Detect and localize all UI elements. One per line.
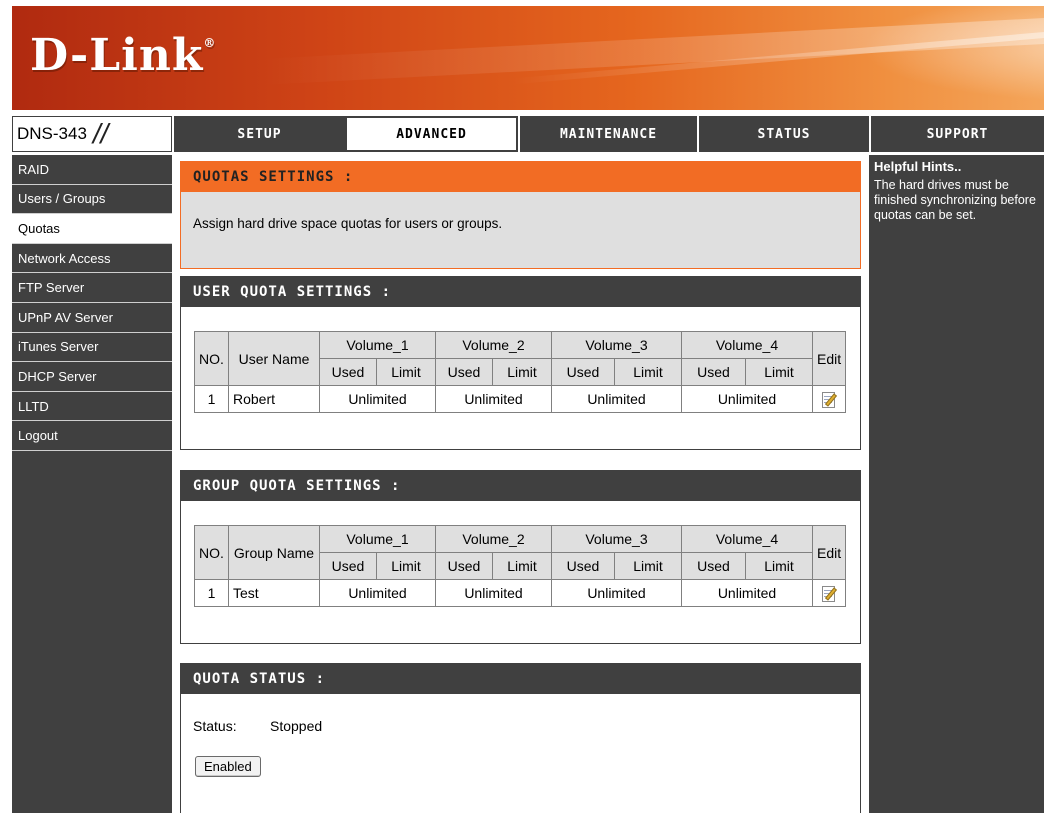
row-volume-value: Unlimited	[435, 385, 552, 413]
edit-icon[interactable]	[821, 584, 838, 603]
col-header-used: Used	[681, 358, 746, 386]
sidebar-item-upnp-av-server[interactable]: UPnP AV Server	[12, 303, 172, 333]
col-header-volume: Volume_2	[435, 525, 552, 553]
tab-maintenance[interactable]: MAINTENANCE	[518, 116, 697, 152]
row-no: 1	[194, 385, 229, 413]
sidebar-item-lltd[interactable]: LLTD	[12, 392, 172, 422]
section-body: Assign hard drive space quotas for users…	[181, 192, 860, 268]
col-header-volume: Volume_1	[319, 331, 436, 359]
col-header-used: Used	[435, 552, 493, 580]
status-row: Status: Stopped	[181, 694, 860, 734]
model-badge: DNS-343 / /	[12, 116, 172, 152]
quota-status-section: QUOTA STATUS : Status: Stopped Enabled	[180, 663, 861, 813]
sidebar-item-quotas[interactable]: Quotas	[12, 214, 172, 244]
group-quota-table: NO. Group Name Volume_1 Volume_2 Volume_…	[194, 525, 847, 607]
dlink-logo: D-Link®	[30, 30, 217, 81]
user-quota-table: NO. User Name Volume_1 Volume_2 Volume_3…	[194, 331, 847, 413]
col-header-edit: Edit	[811, 525, 847, 580]
col-header-limit: Limit	[376, 358, 436, 386]
row-edit-cell	[811, 385, 847, 413]
col-header-used: Used	[319, 358, 377, 386]
sidebar-item-ftp-server[interactable]: FTP Server	[12, 273, 172, 303]
col-header-volume: Volume_1	[319, 525, 436, 553]
col-header-limit: Limit	[492, 552, 552, 580]
col-header-used: Used	[681, 552, 746, 580]
col-header-no: NO.	[194, 525, 229, 580]
group-quota-section: GROUP QUOTA SETTINGS : NO. Group Name Vo…	[180, 470, 861, 644]
sidebar-item-logout[interactable]: Logout	[12, 421, 172, 451]
quotas-description: Assign hard drive space quotas for users…	[193, 216, 503, 231]
col-header-volume: Volume_4	[681, 331, 813, 359]
col-header-volume: Volume_4	[681, 525, 813, 553]
row-volume-value: Unlimited	[681, 579, 813, 607]
row-volume-value: Unlimited	[551, 385, 682, 413]
hints-title: Helpful Hints..	[874, 159, 962, 174]
tab-status[interactable]: STATUS	[697, 116, 869, 152]
header-banner: D-Link®	[12, 6, 1044, 110]
section-title: QUOTA STATUS :	[181, 664, 860, 694]
sidebar-item-dhcp-server[interactable]: DHCP Server	[12, 362, 172, 392]
tab-advanced[interactable]: ADVANCED	[345, 116, 518, 152]
main-content: QUOTAS SETTINGS : Assign hard drive spac…	[172, 155, 869, 813]
top-nav: DNS-343 / / SETUP ADVANCED MAINTENANCE S…	[12, 116, 1044, 152]
col-header-volume: Volume_3	[551, 331, 682, 359]
row-volume-value: Unlimited	[551, 579, 682, 607]
row-no: 1	[194, 579, 229, 607]
col-header-no: NO.	[194, 331, 229, 386]
tab-setup[interactable]: SETUP	[172, 116, 345, 152]
section-title: QUOTAS SETTINGS :	[181, 162, 860, 192]
section-title: GROUP QUOTA SETTINGS :	[181, 471, 860, 501]
section-title: USER QUOTA SETTINGS :	[181, 277, 860, 307]
helpful-hints-panel: Helpful Hints.. The hard drives must be …	[869, 155, 1044, 813]
col-header-limit: Limit	[745, 358, 813, 386]
hints-text: The hard drives must be finished synchro…	[874, 178, 1036, 222]
col-header-limit: Limit	[745, 552, 813, 580]
banner-glow	[824, 6, 1044, 110]
table-row: 1 Robert Unlimited Unlimited Unlimited U…	[194, 385, 847, 413]
row-group-name: Test	[228, 579, 320, 607]
user-quota-section: USER QUOTA SETTINGS : NO. User Name Volu…	[180, 276, 861, 450]
row-volume-value: Unlimited	[681, 385, 813, 413]
col-header-used: Used	[435, 358, 493, 386]
status-value: Stopped	[270, 718, 323, 734]
row-edit-cell	[811, 579, 847, 607]
row-volume-value: Unlimited	[319, 579, 436, 607]
edit-icon[interactable]	[821, 390, 838, 409]
enabled-button[interactable]: Enabled	[195, 756, 261, 777]
status-label: Status:	[193, 718, 237, 734]
tab-support[interactable]: SUPPORT	[869, 116, 1044, 152]
col-header-used: Used	[551, 358, 615, 386]
sidebar: RAID Users / Groups Quotas Network Acces…	[12, 155, 172, 813]
row-user-name: Robert	[228, 385, 320, 413]
sidebar-item-raid[interactable]: RAID	[12, 155, 172, 185]
row-volume-value: Unlimited	[435, 579, 552, 607]
row-volume-value: Unlimited	[319, 385, 436, 413]
col-header-group-name: Group Name	[228, 525, 320, 580]
sidebar-item-itunes-server[interactable]: iTunes Server	[12, 333, 172, 363]
col-header-edit: Edit	[811, 331, 847, 386]
col-header-used: Used	[319, 552, 377, 580]
sidebar-item-network-access[interactable]: Network Access	[12, 244, 172, 274]
sidebar-item-users-groups[interactable]: Users / Groups	[12, 185, 172, 215]
col-header-volume: Volume_3	[551, 525, 682, 553]
col-header-user-name: User Name	[228, 331, 320, 386]
model-slashes: / /	[92, 118, 108, 149]
table-row: 1 Test Unlimited Unlimited Unlimited Unl…	[194, 579, 847, 607]
quotas-settings-section: QUOTAS SETTINGS : Assign hard drive spac…	[180, 161, 861, 269]
col-header-limit: Limit	[614, 358, 682, 386]
col-header-limit: Limit	[492, 358, 552, 386]
col-header-volume: Volume_2	[435, 331, 552, 359]
col-header-used: Used	[551, 552, 615, 580]
col-header-limit: Limit	[614, 552, 682, 580]
model-name: DNS-343	[17, 124, 87, 143]
col-header-limit: Limit	[376, 552, 436, 580]
